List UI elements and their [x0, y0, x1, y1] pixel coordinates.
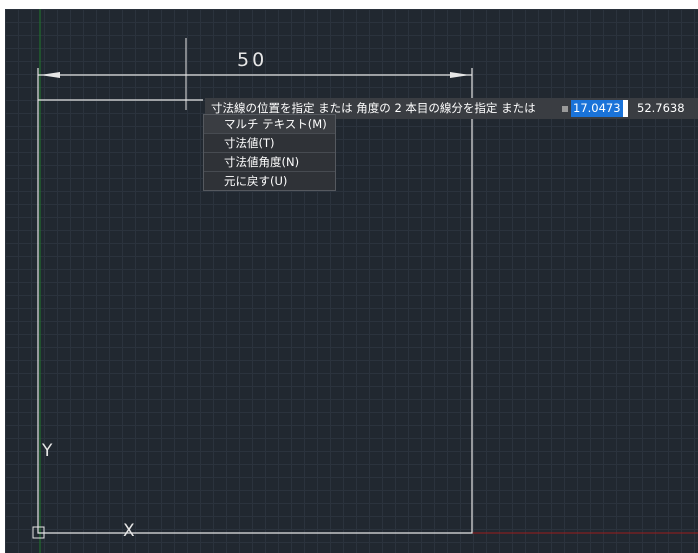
dimension-text[interactable]: 50 [237, 49, 267, 71]
ucs-x-label: X [123, 521, 135, 541]
menu-item-text[interactable]: 寸法値(T) [204, 134, 335, 153]
options-menu: マルチ テキスト(M) 寸法値(T) 寸法値角度(N) 元に戻す(U) [203, 114, 336, 191]
dimension-arrow-left [40, 72, 60, 78]
x-coordinate-value[interactable]: 17.0473 [571, 100, 623, 117]
ucs-y-label: Y [42, 441, 53, 461]
drawing-svg[interactable] [5, 9, 698, 553]
y-coordinate-value[interactable]: 52.7638 [637, 98, 685, 119]
menu-item-angle[interactable]: 寸法値角度(N) [204, 153, 335, 172]
dimension-arrow-right [450, 72, 470, 78]
options-dropdown-icon[interactable] [562, 106, 568, 112]
menu-item-undo[interactable]: 元に戻す(U) [204, 172, 335, 190]
x-coordinate-input[interactable]: 17.0473 [571, 100, 628, 117]
drawing-canvas[interactable]: 50 Y X [5, 9, 698, 553]
menu-item-mtext[interactable]: マルチ テキスト(M) [204, 115, 335, 134]
